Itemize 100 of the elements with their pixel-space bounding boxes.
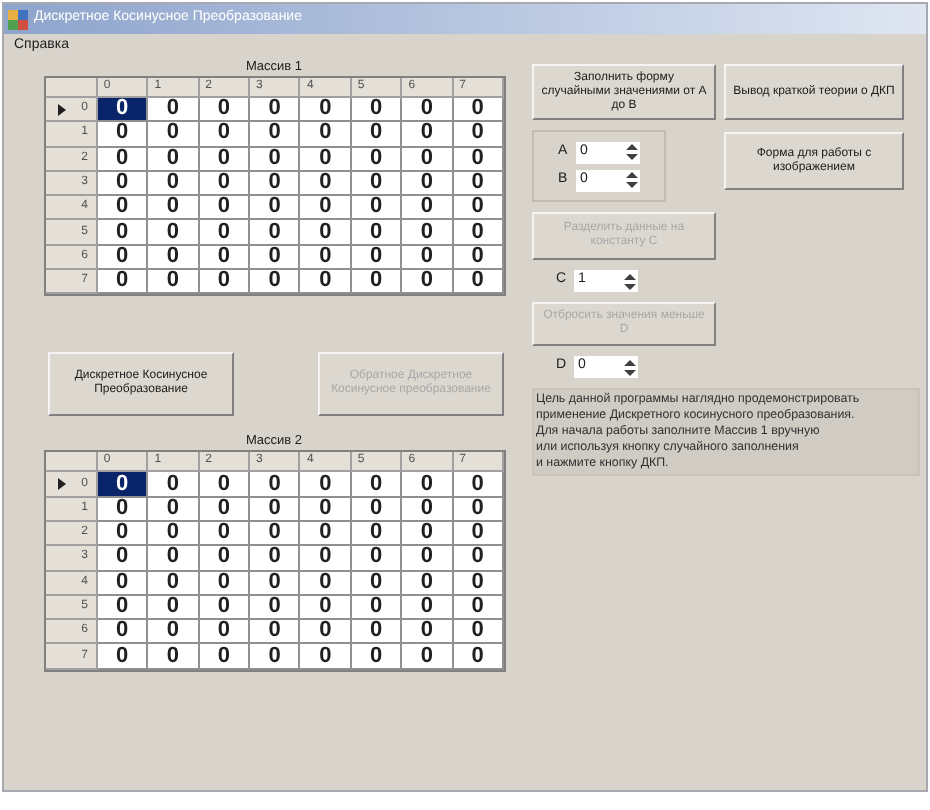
grid-cell[interactable]: 0 [300, 245, 352, 271]
grid-cell[interactable]: 0 [351, 196, 403, 221]
grid-cell[interactable]: 0 [402, 245, 454, 271]
grid-cell[interactable]: 0 [402, 472, 454, 498]
grid-cell[interactable]: 0 [148, 220, 200, 246]
grid-cell[interactable]: 0 [97, 220, 149, 246]
grid-cell[interactable]: 0 [351, 472, 403, 498]
grid-cell[interactable]: 0 [148, 595, 200, 621]
grid-cell[interactable]: 0 [148, 171, 200, 197]
grid-cell[interactable]: 0 [351, 546, 403, 572]
grid-cell[interactable]: 0 [453, 270, 505, 295]
grid-cell[interactable]: 0 [300, 98, 352, 123]
grid-cell[interactable]: 0 [300, 122, 352, 148]
grid-cell[interactable]: 0 [148, 571, 200, 596]
grid-cell[interactable]: 0 [199, 196, 251, 221]
grid-cell[interactable]: 0 [453, 620, 505, 645]
grid-cell[interactable]: 0 [402, 620, 454, 645]
grid-cell[interactable]: 0 [199, 620, 251, 645]
grid-cell[interactable]: 0 [97, 122, 149, 148]
grid-cell[interactable]: 0 [199, 644, 251, 670]
grid-cell[interactable]: 0 [402, 595, 454, 621]
grid-cell[interactable]: 0 [402, 497, 454, 522]
grid-cell[interactable]: 0 [300, 196, 352, 221]
grid-cell[interactable]: 0 [199, 472, 251, 498]
grid-cell[interactable]: 0 [97, 472, 149, 498]
grid-cell[interactable]: 0 [402, 644, 454, 670]
spin-arrows-icon[interactable] [622, 271, 638, 291]
grid-cell[interactable]: 0 [402, 270, 454, 295]
grid-cell[interactable]: 0 [250, 147, 301, 172]
grid-cell[interactable]: 0 [402, 171, 454, 197]
grid-cell[interactable]: 0 [402, 521, 454, 547]
grid-cell[interactable]: 0 [199, 98, 251, 123]
grid-cell[interactable]: 0 [250, 595, 301, 621]
spin-arrows-icon[interactable] [622, 357, 638, 377]
grid-cell[interactable]: 0 [453, 122, 505, 148]
grid-cell[interactable]: 0 [148, 196, 200, 221]
grid-cell[interactable]: 0 [199, 270, 251, 295]
grid-cell[interactable]: 0 [148, 270, 200, 295]
grid-cell[interactable]: 0 [300, 521, 352, 547]
grid-cell[interactable]: 0 [250, 546, 301, 572]
grid-cell[interactable]: 0 [351, 220, 403, 246]
grid-cell[interactable]: 0 [402, 147, 454, 172]
grid-cell[interactable]: 0 [402, 546, 454, 572]
grid-cell[interactable]: 0 [148, 472, 200, 498]
grid-cell[interactable]: 0 [250, 497, 301, 522]
grid-cell[interactable]: 0 [402, 122, 454, 148]
grid-cell[interactable]: 0 [97, 620, 149, 645]
grid-cell[interactable]: 0 [351, 644, 403, 670]
grid-cell[interactable]: 0 [250, 245, 301, 271]
grid-cell[interactable]: 0 [300, 571, 352, 596]
grid-cell[interactable]: 0 [300, 171, 352, 197]
grid-cell[interactable]: 0 [300, 620, 352, 645]
grid-cell[interactable]: 0 [453, 472, 505, 498]
grid-cell[interactable]: 0 [300, 270, 352, 295]
grid-cell[interactable]: 0 [300, 472, 352, 498]
grid-cell[interactable]: 0 [250, 571, 301, 596]
grid-cell[interactable]: 0 [250, 472, 301, 498]
grid-cell[interactable]: 0 [250, 620, 301, 645]
grid-cell[interactable]: 0 [148, 620, 200, 645]
grid-cell[interactable]: 0 [148, 546, 200, 572]
grid-cell[interactable]: 0 [97, 644, 149, 670]
grid-cell[interactable]: 0 [250, 196, 301, 221]
grid-cell[interactable]: 0 [148, 521, 200, 547]
grid-cell[interactable]: 0 [148, 497, 200, 522]
grid-cell[interactable]: 0 [250, 521, 301, 547]
grid-cell[interactable]: 0 [351, 122, 403, 148]
grid-cell[interactable]: 0 [300, 147, 352, 172]
grid-cell[interactable]: 0 [300, 220, 352, 246]
grid-cell[interactable]: 0 [250, 644, 301, 670]
grid-cell[interactable]: 0 [97, 546, 149, 572]
grid-cell[interactable]: 0 [250, 122, 301, 148]
grid-cell[interactable]: 0 [453, 98, 505, 123]
grid-cell[interactable]: 0 [250, 220, 301, 246]
grid-cell[interactable]: 0 [97, 196, 149, 221]
grid-cell[interactable]: 0 [300, 546, 352, 572]
grid-cell[interactable]: 0 [300, 595, 352, 621]
grid-cell[interactable]: 0 [250, 270, 301, 295]
grid-cell[interactable]: 0 [250, 171, 301, 197]
grid-cell[interactable]: 0 [351, 620, 403, 645]
grid-cell[interactable]: 0 [402, 196, 454, 221]
grid-cell[interactable]: 0 [402, 98, 454, 123]
grid-cell[interactable]: 0 [453, 220, 505, 246]
grid-cell[interactable]: 0 [148, 644, 200, 670]
grid-cell[interactable]: 0 [453, 546, 505, 572]
grid-cell[interactable]: 0 [453, 196, 505, 221]
spin-arrows-icon[interactable] [624, 142, 640, 162]
grid-cell[interactable]: 0 [250, 98, 301, 123]
grid-cell[interactable]: 0 [351, 98, 403, 123]
grid-cell[interactable]: 0 [453, 644, 505, 670]
grid-cell[interactable]: 0 [97, 270, 149, 295]
grid-cell[interactable]: 0 [351, 270, 403, 295]
grid-cell[interactable]: 0 [199, 220, 251, 246]
spin-arrows-icon[interactable] [624, 170, 640, 190]
grid-cell[interactable]: 0 [148, 98, 200, 123]
grid-cell[interactable]: 0 [148, 147, 200, 172]
grid-cell[interactable]: 0 [300, 644, 352, 670]
grid-cell[interactable]: 0 [148, 245, 200, 271]
grid-cell[interactable]: 0 [300, 497, 352, 522]
grid-cell[interactable]: 0 [148, 122, 200, 148]
grid-cell[interactable]: 0 [199, 546, 251, 572]
